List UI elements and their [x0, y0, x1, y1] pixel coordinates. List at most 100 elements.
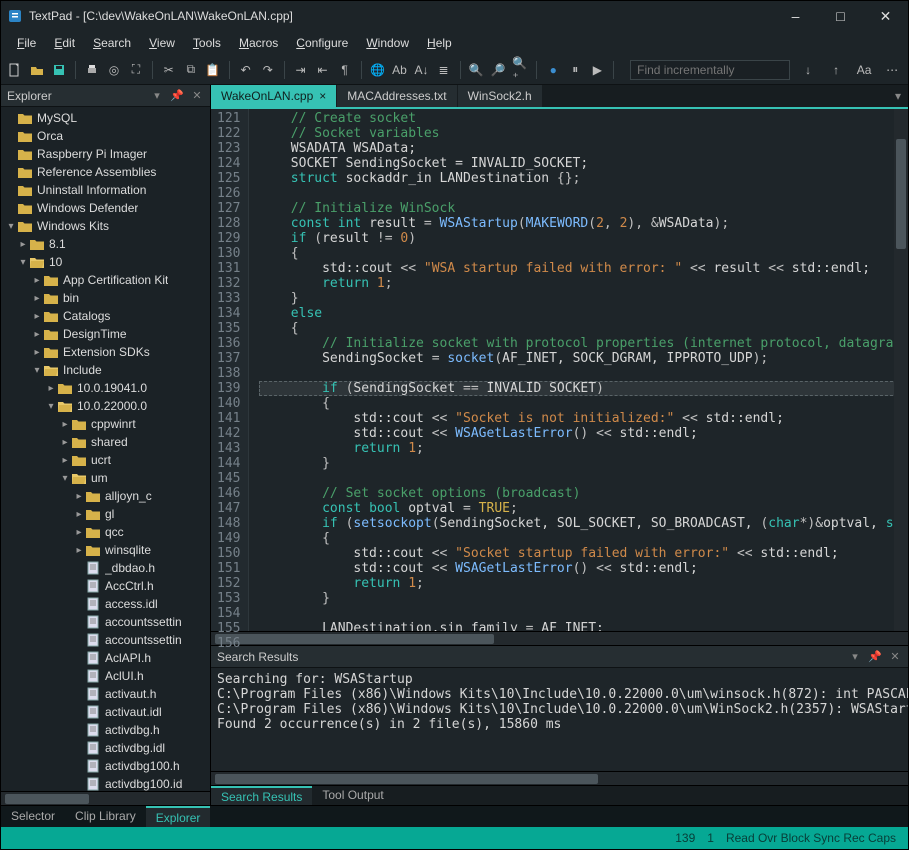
- compare-icon[interactable]: ≣: [436, 60, 452, 80]
- search-results-tab[interactable]: Search Results: [211, 786, 312, 805]
- code-line[interactable]: [259, 606, 908, 621]
- code-line[interactable]: // Initialize socket with protocol prope…: [259, 336, 908, 351]
- editor-vscroll[interactable]: [894, 109, 908, 631]
- tree-file[interactable]: accountssettin: [1, 613, 210, 631]
- find-files-icon[interactable]: 🔍⁺: [512, 60, 528, 80]
- tree-folder[interactable]: ▸gl: [1, 505, 210, 523]
- match-case-icon[interactable]: Aa: [854, 60, 874, 80]
- code-line[interactable]: std::cout << "WSA startup failed with er…: [259, 261, 908, 276]
- print-icon[interactable]: [84, 60, 100, 80]
- file-tree[interactable]: MySQLOrcaRaspberry Pi ImagerReference As…: [1, 107, 210, 791]
- tree-folder[interactable]: Windows Defender: [1, 199, 210, 217]
- panel-close-icon[interactable]: ✕: [888, 650, 902, 664]
- code-line[interactable]: LANDestination.sin_family = AF_INET;: [259, 621, 908, 631]
- explorer-hscroll[interactable]: [1, 791, 210, 805]
- code-line[interactable]: // Initialize WinSock: [259, 201, 908, 216]
- code-line[interactable]: // Socket variables: [259, 126, 908, 141]
- tree-folder[interactable]: Orca: [1, 127, 210, 145]
- dropdown-icon[interactable]: ▾: [150, 89, 164, 103]
- code-area[interactable]: // Create socket // Socket variables WSA…: [249, 109, 908, 631]
- code-line[interactable]: [259, 186, 908, 201]
- editor-tab[interactable]: MACAddresses.txt: [337, 85, 456, 107]
- code-line[interactable]: std::cout << "Socket is not initialized:…: [259, 411, 908, 426]
- redo-icon[interactable]: ↷: [260, 60, 276, 80]
- editor-hscroll[interactable]: [211, 631, 908, 645]
- dropdown-icon[interactable]: ▾: [848, 650, 862, 664]
- tree-folder[interactable]: ▾Include: [1, 361, 210, 379]
- code-line[interactable]: }: [259, 456, 908, 471]
- code-line[interactable]: return 1;: [259, 276, 908, 291]
- tree-file[interactable]: access.idl: [1, 595, 210, 613]
- menu-configure[interactable]: Configure: [288, 33, 356, 53]
- fullscreen-icon[interactable]: ⛶: [128, 60, 144, 80]
- tree-folder[interactable]: ▸winsqlite: [1, 541, 210, 559]
- more-options-icon[interactable]: ⋯: [882, 60, 902, 80]
- indent-left-icon[interactable]: ⇤: [315, 60, 331, 80]
- code-line[interactable]: if (SendingSocket == INVALID SOCKET): [259, 381, 908, 396]
- tree-file[interactable]: _dbdao.h: [1, 559, 210, 577]
- code-line[interactable]: }: [259, 291, 908, 306]
- browser-icon[interactable]: 🌐: [369, 60, 385, 80]
- tree-folder[interactable]: ▸10.0.19041.0: [1, 379, 210, 397]
- code-line[interactable]: else: [259, 306, 908, 321]
- menu-help[interactable]: Help: [419, 33, 460, 53]
- tree-folder[interactable]: ▸Extension SDKs: [1, 343, 210, 361]
- tab-close-icon[interactable]: ×: [319, 89, 326, 103]
- title-bar[interactable]: TextPad - [C:\dev\WakeOnLAN\WakeOnLAN.cp…: [1, 1, 908, 31]
- tree-file[interactable]: accountssettin: [1, 631, 210, 649]
- pin-icon[interactable]: 📌: [868, 650, 882, 664]
- menu-edit[interactable]: Edit: [46, 33, 83, 53]
- code-editor[interactable]: 1211221231241251261271281291301311321331…: [211, 109, 908, 631]
- save-icon[interactable]: [51, 60, 67, 80]
- code-line[interactable]: std::cout << "Socket startup failed with…: [259, 546, 908, 561]
- tabs-overflow-icon[interactable]: ▾: [888, 85, 908, 107]
- menu-file[interactable]: File: [9, 33, 44, 53]
- tree-file[interactable]: activaut.h: [1, 685, 210, 703]
- tree-folder[interactable]: ▸Catalogs: [1, 307, 210, 325]
- spellcheck-icon[interactable]: Ab: [391, 60, 407, 80]
- tree-folder[interactable]: Reference Assemblies: [1, 163, 210, 181]
- tree-folder[interactable]: ▸alljoyn_c: [1, 487, 210, 505]
- code-line[interactable]: {: [259, 396, 908, 411]
- code-line[interactable]: // Create socket: [259, 111, 908, 126]
- code-line[interactable]: return 1;: [259, 441, 908, 456]
- menu-macros[interactable]: Macros: [231, 33, 286, 53]
- tree-folder[interactable]: ▸bin: [1, 289, 210, 307]
- editor-tab[interactable]: WakeOnLAN.cpp×: [211, 85, 336, 107]
- code-line[interactable]: SendingSocket = socket(AF_INET, SOCK_DGR…: [259, 351, 908, 366]
- tree-folder[interactable]: ▾Windows Kits: [1, 217, 210, 235]
- code-line[interactable]: // Set socket options (broadcast): [259, 486, 908, 501]
- code-line[interactable]: if (setsockopt(SendingSocket, SOL_SOCKET…: [259, 516, 908, 531]
- tree-folder[interactable]: ▸cppwinrt: [1, 415, 210, 433]
- maximize-button[interactable]: □: [818, 1, 863, 31]
- menu-search[interactable]: Search: [85, 33, 139, 53]
- find-input[interactable]: [630, 60, 790, 80]
- tree-folder[interactable]: ▸8.1: [1, 235, 210, 253]
- tree-folder[interactable]: ▸App Certification Kit: [1, 271, 210, 289]
- pause-macro-icon[interactable]: ⏸: [567, 60, 583, 80]
- code-line[interactable]: if (result != 0): [259, 231, 908, 246]
- menu-window[interactable]: Window: [358, 33, 417, 53]
- find-next-icon[interactable]: 🔎: [490, 60, 506, 80]
- copy-icon[interactable]: ⧉: [183, 60, 199, 80]
- tree-file[interactable]: AclAPI.h: [1, 649, 210, 667]
- menu-view[interactable]: View: [141, 33, 183, 53]
- editor-tab[interactable]: WinSock2.h: [458, 85, 542, 107]
- close-button[interactable]: ✕: [863, 1, 908, 31]
- code-line[interactable]: [259, 366, 908, 381]
- code-line[interactable]: }: [259, 591, 908, 606]
- indent-right-icon[interactable]: ⇥: [293, 60, 309, 80]
- find-down-icon[interactable]: ↓: [798, 60, 818, 80]
- cut-icon[interactable]: ✂: [161, 60, 177, 80]
- code-line[interactable]: const bool optval = TRUE;: [259, 501, 908, 516]
- find-up-icon[interactable]: ↑: [826, 60, 846, 80]
- pin-icon[interactable]: 📌: [170, 89, 184, 103]
- panel-tab[interactable]: Explorer: [146, 806, 211, 827]
- tree-folder[interactable]: ▾um: [1, 469, 210, 487]
- tree-folder[interactable]: ▸ucrt: [1, 451, 210, 469]
- tree-folder[interactable]: ▾10.0.22000.0: [1, 397, 210, 415]
- code-line[interactable]: {: [259, 246, 908, 261]
- tree-folder[interactable]: ▸DesignTime: [1, 325, 210, 343]
- code-line[interactable]: SOCKET SendingSocket = INVALID_SOCKET;: [259, 156, 908, 171]
- tree-file[interactable]: AccCtrl.h: [1, 577, 210, 595]
